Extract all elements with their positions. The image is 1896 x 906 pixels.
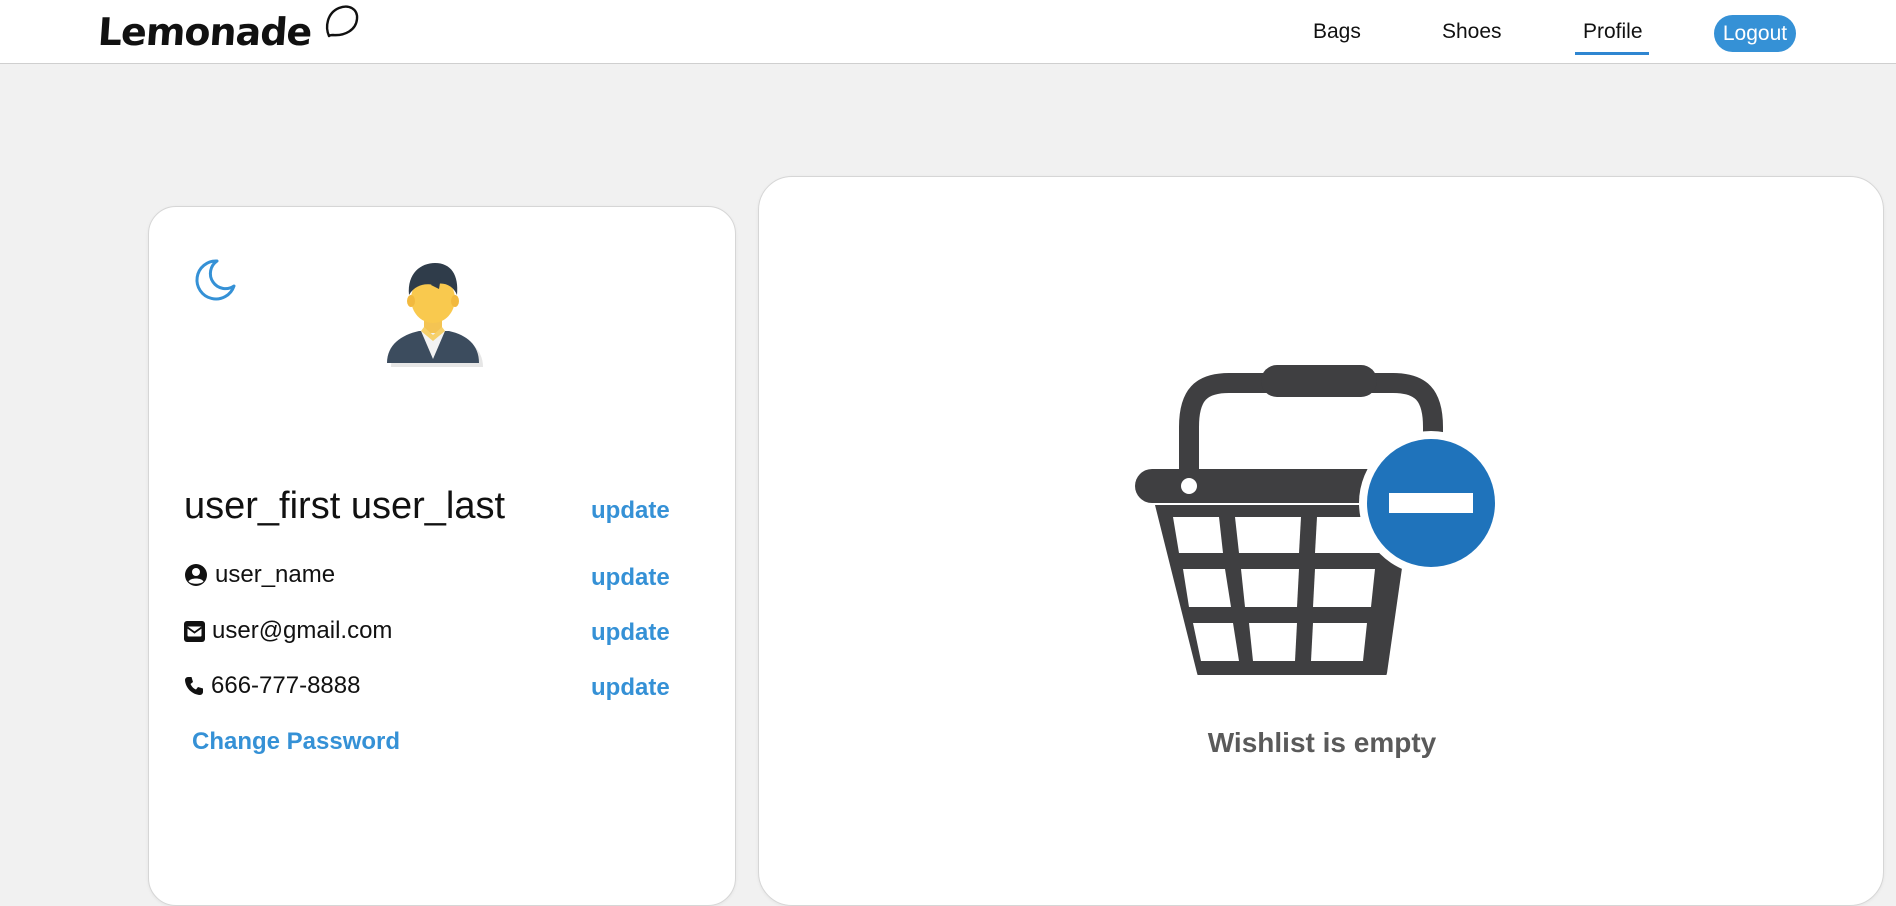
phone-icon [184,676,204,696]
moon-icon[interactable] [191,257,237,308]
update-email-button[interactable]: update [591,619,670,647]
brand[interactable]: Lemonade [96,4,361,56]
email-row: user@gmail.com [184,617,392,645]
update-phone-button[interactable]: update [591,674,670,702]
profile-card: user_first user_last update user_name up… [148,206,736,906]
phone-value: 666-777-8888 [211,672,361,699]
change-password-link[interactable]: Change Password [192,728,400,756]
nav-bags[interactable]: Bags [1313,0,1361,64]
nav-shoes[interactable]: Shoes [1442,0,1502,64]
wishlist-empty-message: Wishlist is empty [1207,727,1437,758]
lemon-logo-icon [321,3,361,48]
logout-button[interactable]: Logout [1714,15,1796,52]
update-name-button[interactable]: update [591,497,670,525]
basket-remove-icon [1131,355,1503,685]
active-nav-indicator [1575,52,1649,55]
user-avatar-icon [381,255,491,382]
user-circle-icon [184,563,208,587]
full-name: user_first user_last [184,485,506,527]
phone-row: 666-777-8888 [184,672,360,700]
envelope-icon [184,620,205,642]
top-navbar: Lemonade Bags Shoes Profile Logout [0,0,1896,64]
email-value: user@gmail.com [212,617,393,644]
username-value: user_name [215,561,336,588]
update-username-button[interactable]: update [591,564,670,592]
username-row: user_name [184,561,335,589]
wishlist-card: Wishlist is empty [758,176,1884,906]
brand-name: Lemonade [96,10,313,54]
